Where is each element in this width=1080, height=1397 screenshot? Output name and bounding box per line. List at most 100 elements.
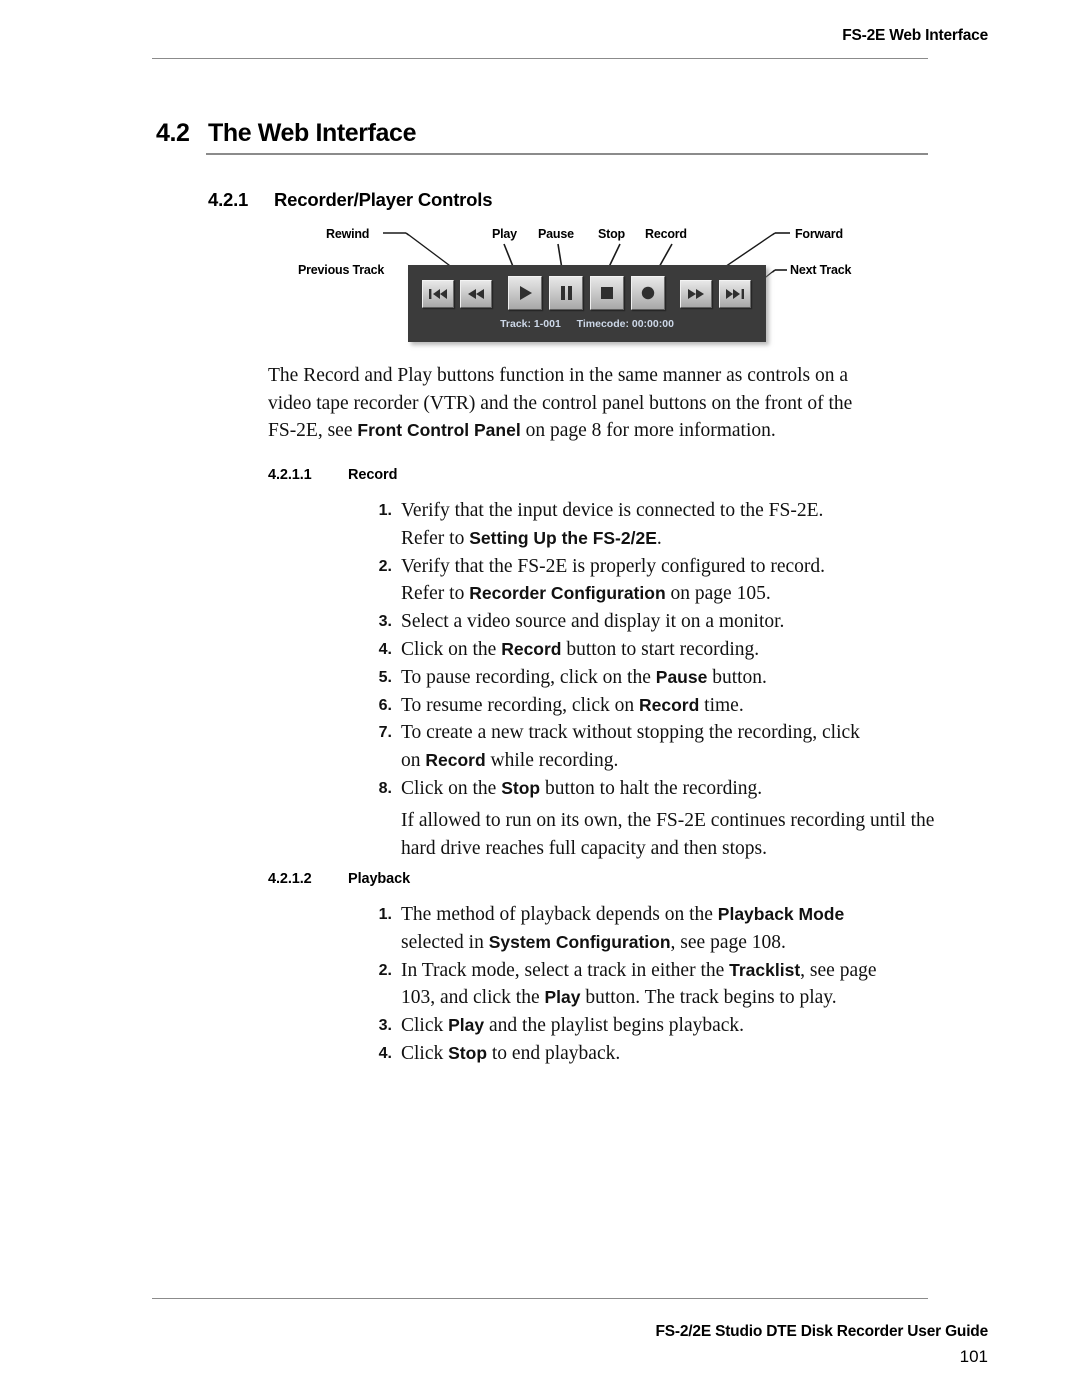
pause-button[interactable] [549, 276, 583, 310]
play-button[interactable] [508, 276, 542, 310]
fast-forward-icon [685, 286, 707, 303]
list-number: 4. [378, 1044, 392, 1062]
list-number: 4. [378, 640, 392, 658]
step-text-suffix: button. The track begins to play. [580, 987, 837, 1009]
step-bold-ref: Record [638, 694, 700, 715]
callout-label-rewind: Rewind [326, 227, 370, 241]
list-item: 6. To resume recording, click on Record … [368, 692, 938, 720]
step-line-2: selected in System Configuration, see pa… [401, 929, 938, 957]
step-text-suffix: button. [707, 666, 767, 688]
list-item: 4. Click on the Record button to start r… [368, 636, 938, 664]
list-item: 5. To pause recording, click on the Paus… [368, 664, 938, 692]
step-line-1: Click Stop to end playback. [401, 1040, 938, 1068]
step-text-suffix: . [656, 527, 662, 549]
section-title-rule [206, 153, 928, 155]
callout-label-next-track: Next Track [790, 263, 852, 277]
step-line-1: Select a video source and display it on … [401, 611, 785, 633]
step-bold-ref: Setting Up the FS-2/2E [469, 527, 657, 548]
list-number: 2. [378, 961, 392, 979]
header-rule [152, 58, 928, 59]
previous-track-button[interactable] [422, 280, 454, 308]
step-text-prefix: Click on the [401, 638, 502, 660]
list-number: 1. [378, 906, 392, 923]
step-bold-ref: Stop [501, 777, 541, 798]
section-heading-record: Record [348, 467, 398, 483]
callout-label-previous-track: Previous Track [298, 263, 385, 277]
intro-bold-front-control-panel: Front Control Panel [357, 420, 521, 440]
transport-button-row [408, 271, 766, 315]
step-line-1: Verify that the input device is connecte… [401, 500, 824, 521]
rewind-button[interactable] [460, 280, 492, 308]
list-item: 3. Select a video source and display it … [368, 608, 938, 636]
callout-label-forward: Forward [795, 227, 843, 241]
transport-control-panel: Track: 1-001 Timecode: 00:00:00 [408, 265, 766, 342]
step-text-prefix: Click [401, 1042, 449, 1064]
next-track-button[interactable] [719, 280, 751, 308]
section-number-4-2-1-2: 4.2.1.2 [268, 871, 312, 887]
step-bold-ref: System Configuration [488, 931, 671, 952]
section-number-4-2-1: 4.2.1 [208, 189, 249, 210]
timecode-readout: Timecode: 00:00:00 [576, 318, 674, 330]
list-item: 2. Verify that the FS-2E is properly con… [368, 553, 938, 609]
record-note-paragraph: If allowed to run on its own, the FS-2E … [368, 807, 938, 863]
step-bold-ref: Play [448, 1015, 485, 1036]
step-text-prefix: The method of playback depends on the [401, 904, 718, 925]
callout-label-play: Play [492, 227, 517, 241]
step-text-suffix: while recording. [485, 750, 619, 772]
stop-button[interactable] [590, 276, 624, 310]
step-line-2: Refer to Recorder Configuration on page … [401, 580, 938, 608]
record-button[interactable] [631, 276, 665, 310]
record-steps-list: 1. Verify that the input device is conne… [368, 497, 938, 862]
step-line-2: Refer to Setting Up the FS-2/2E. [401, 525, 938, 553]
step-text-suffix: button to halt the recording. [540, 777, 763, 799]
step-text-prefix: Refer to [401, 583, 470, 605]
step-text-suffix: on page 105. [665, 583, 771, 605]
section-heading-playback: Playback [348, 871, 411, 887]
rewind-icon [465, 286, 487, 303]
playback-steps-list: 1. The method of playback depends on the… [368, 901, 938, 1068]
step-bold-ref: Stop [448, 1042, 488, 1063]
step-text-suffix: , see page [800, 959, 877, 981]
step-line-1: Click on the Stop button to halt the rec… [401, 775, 938, 803]
step-text-prefix: Refer to [401, 527, 470, 549]
step-bold-ref: Recorder Configuration [469, 583, 666, 604]
step-bold-ref: Pause [655, 666, 708, 687]
intro-line-2: video tape recorder (VTR) and the contro… [268, 392, 853, 414]
list-number: 6. [378, 696, 392, 714]
forward-button[interactable] [680, 280, 712, 308]
list-item: 3. Click Play and the playlist begins pl… [368, 1012, 938, 1040]
step-line-2: on Record while recording. [401, 747, 938, 775]
list-number: 2. [378, 557, 392, 575]
list-item: 8. Click on the Stop button to halt the … [368, 775, 938, 803]
step-text-prefix: on [401, 750, 426, 772]
step-line-2: 103, and click the Play button. The trac… [401, 984, 938, 1012]
step-line-1: Verify that the FS-2E is properly config… [401, 555, 826, 577]
step-line-1: Click Play and the playlist begins playb… [401, 1012, 938, 1040]
list-item: 7. To create a new track without stoppin… [368, 719, 938, 775]
step-bold-ref: Playback Mode [717, 904, 845, 924]
step-text-prefix: Click on the [401, 777, 502, 799]
step-line-1: To create a new track without stopping t… [401, 722, 860, 744]
step-text-suffix: , see page 108. [670, 931, 786, 953]
callout-label-pause: Pause [538, 227, 574, 241]
step-bold-ref: Tracklist [729, 959, 801, 980]
figure-recorder-player-controls: Rewind Previous Track Play Pause Stop Re… [290, 222, 890, 352]
footer-rule [152, 1298, 928, 1299]
list-number: 8. [378, 779, 392, 797]
list-number: 7. [378, 724, 392, 742]
record-icon [636, 283, 660, 303]
list-item: 2. In Track mode, select a track in eith… [368, 957, 938, 1013]
step-bold-ref: Play [544, 987, 581, 1008]
page-number: 101 [959, 1347, 988, 1366]
section-heading-recorder-player-controls: Recorder/Player Controls [274, 189, 493, 210]
step-line-1: In Track mode, select a track in either … [401, 957, 938, 985]
callout-label-stop: Stop [598, 227, 625, 241]
step-bold-ref: Record [425, 750, 486, 771]
panel-status-bar: Track: 1-001 Timecode: 00:00:00 [408, 318, 766, 330]
running-header: FS-2E Web Interface [842, 27, 988, 44]
step-text-suffix: to end playback. [487, 1042, 621, 1064]
footer-title: FS-2/2E Studio DTE Disk Recorder User Gu… [655, 1323, 989, 1340]
intro-paragraph: The Record and Play buttons function in … [268, 362, 932, 445]
section-number-4-2: 4.2 [156, 119, 190, 147]
play-icon [513, 283, 537, 303]
